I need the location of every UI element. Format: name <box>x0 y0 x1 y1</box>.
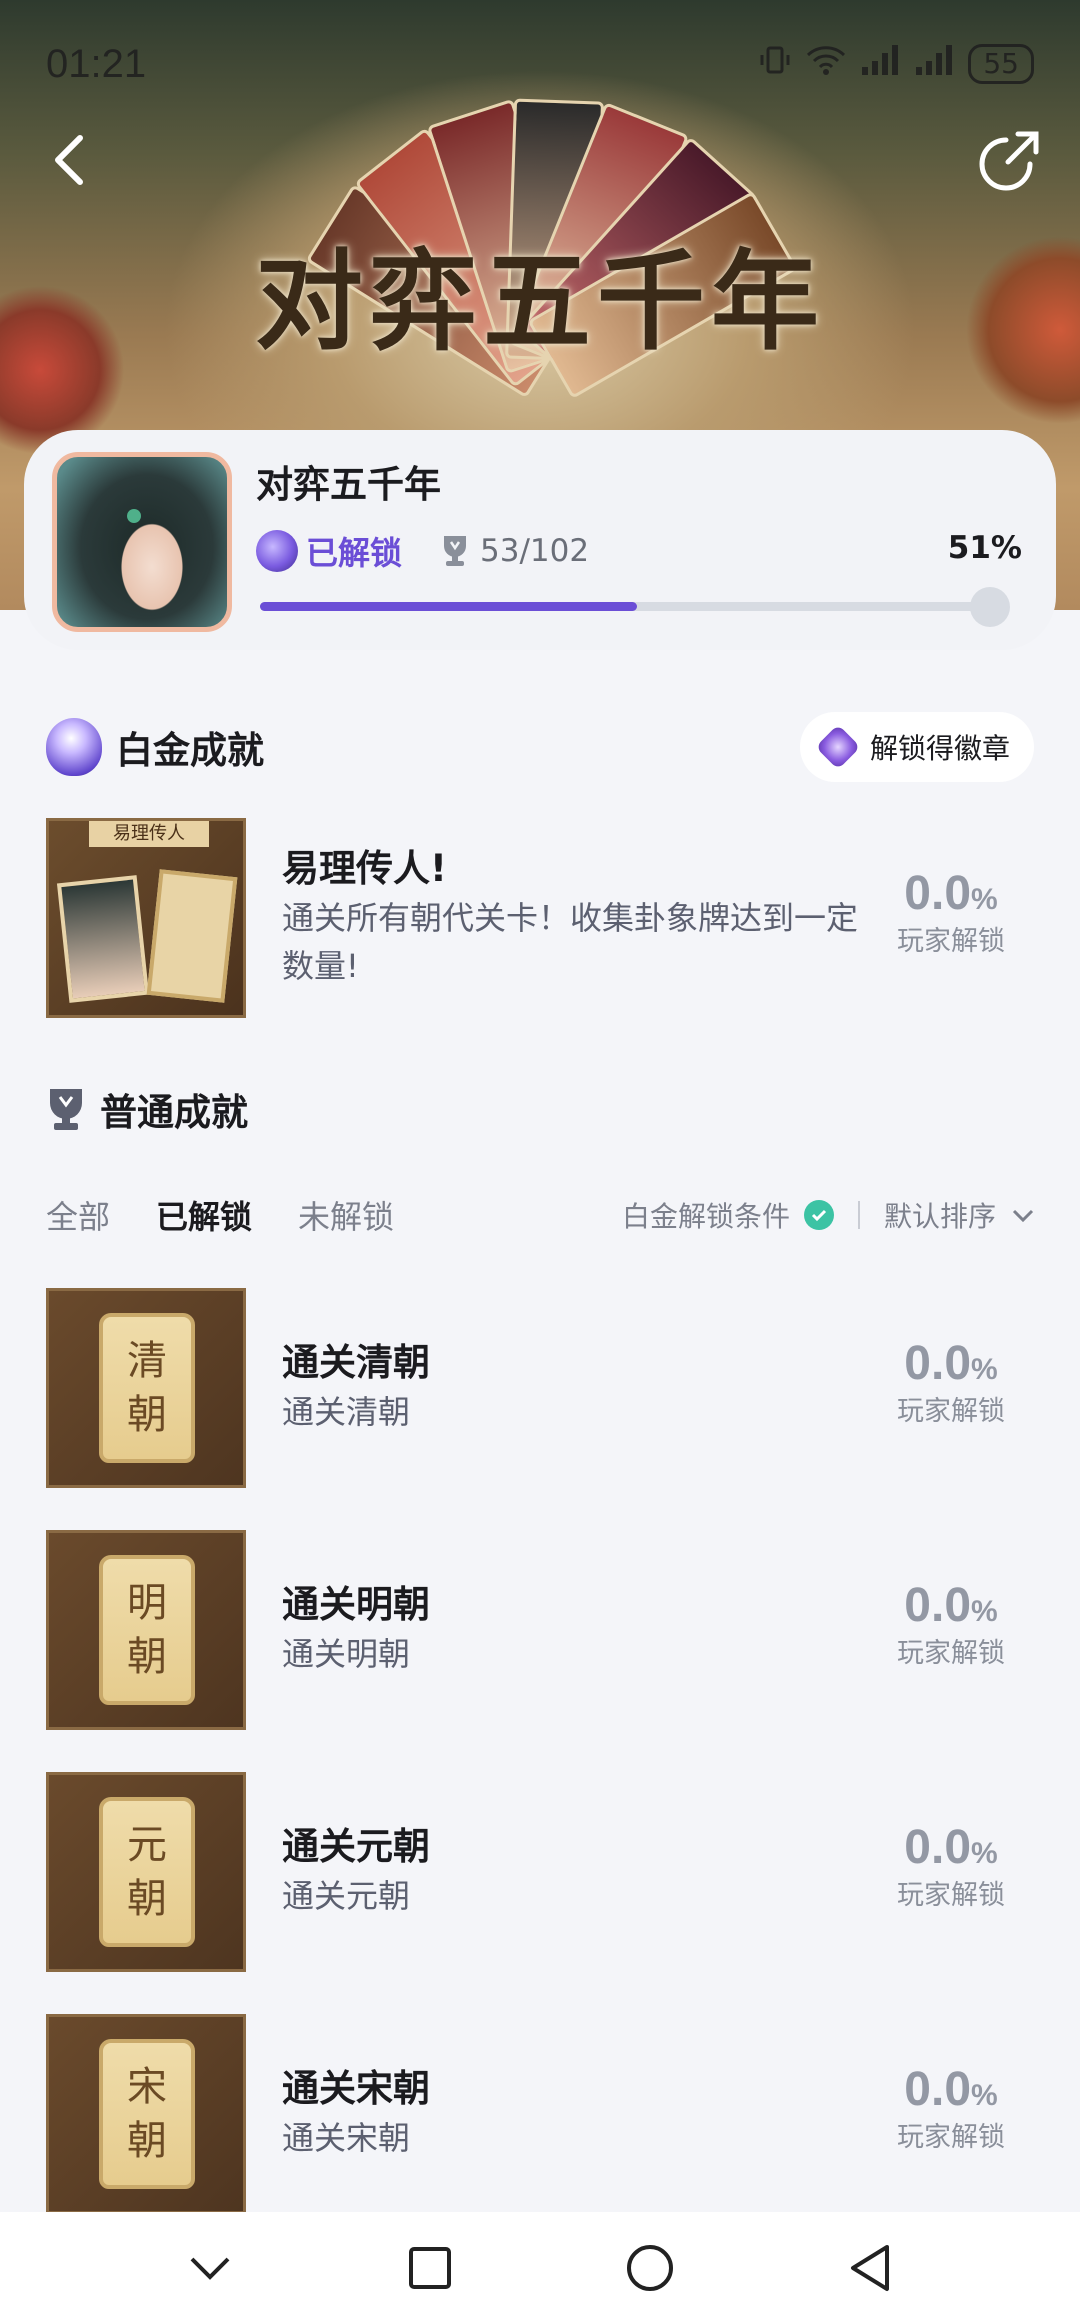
achievement-name: 通关明朝 <box>282 1583 430 1626</box>
achievement-image: 明朝 <box>46 1530 246 1730</box>
achievement-name: 通关清朝 <box>282 1341 430 1384</box>
vibrate-icon <box>758 43 792 85</box>
game-icon[interactable] <box>52 452 232 632</box>
tablet-icon: 清朝 <box>99 1313 195 1463</box>
achievement-desc: 通关明朝 <box>282 1635 411 1673</box>
common-section-header: 普通成就 <box>46 1082 248 1136</box>
platinum-section-title: 白金成就 <box>116 729 264 772</box>
rate-label: 玩家解锁 <box>897 926 1005 957</box>
nav-home-button[interactable] <box>610 2228 690 2308</box>
tab-all[interactable]: 全部 <box>46 1192 110 1238</box>
trophy-icon <box>50 1089 82 1130</box>
tablet-icon: 明朝 <box>99 1555 195 1705</box>
tablet-icon: 宋朝 <box>99 2039 195 2189</box>
progress-fill <box>260 602 638 611</box>
common-section-title: 普通成就 <box>100 1091 248 1134</box>
share-icon <box>979 131 1039 191</box>
divider <box>857 1201 860 1229</box>
achievement-name: 通关宋朝 <box>282 2067 430 2110</box>
achievement-image: 清朝 <box>46 1288 246 1488</box>
unlock-rate: 0.0% 玩家解锁 <box>897 1579 1005 1669</box>
square-icon <box>409 2247 451 2289</box>
status-icons: 55 <box>758 43 1034 85</box>
rate-value: 0.0 <box>904 867 972 920</box>
chevron-down-icon[interactable] <box>1010 1202 1036 1228</box>
sort-dropdown[interactable]: 默认排序 <box>884 1195 996 1235</box>
platinum-trophy-icon <box>46 718 102 776</box>
tablet-icon: 元朝 <box>99 1797 195 1947</box>
completion-percent: 51% <box>947 530 1022 566</box>
signal-icon-2 <box>914 43 954 85</box>
battery-indicator: 55 <box>968 44 1034 84</box>
achievement-row[interactable]: 宋朝 通关宋朝 通关宋朝 0.0% 玩家解锁 <box>46 2014 1036 2214</box>
achievement-row[interactable]: 元朝 通关元朝 通关元朝 0.0% 玩家解锁 <box>46 1772 1036 1972</box>
platinum-achievement-image: 易理传人 <box>46 818 246 1018</box>
circle-icon <box>627 2245 673 2291</box>
badge-icon <box>815 724 861 770</box>
game-title: 对弈五千年 <box>256 463 441 506</box>
achievement-row[interactable]: 明朝 通关明朝 通关明朝 0.0% 玩家解锁 <box>46 1530 1036 1730</box>
wifi-icon <box>806 43 846 85</box>
platinum-section-header: 白金成就 <box>46 718 264 776</box>
status-time: 01:21 <box>46 41 147 86</box>
triangle-back-icon <box>851 2245 889 2291</box>
achievement-desc: 通关清朝 <box>282 1393 411 1431</box>
platinum-achievement[interactable]: 易理传人 易理传人! 通关所有朝代关卡！收集卦象牌达到一定数量! 0.0% 玩家… <box>46 818 1036 1018</box>
thumb-banner: 易理传人 <box>89 821 209 847</box>
unlocked-status: 已解锁 <box>256 528 402 574</box>
game-summary-card: 对弈五千年 已解锁 53/102 51% <box>24 430 1056 650</box>
platinum-condition-filter[interactable]: 白金解锁条件 <box>622 1195 790 1235</box>
back-button[interactable] <box>30 120 110 200</box>
unlock-rate: 0.0% 玩家解锁 <box>897 1821 1005 1911</box>
trophy-count-value: 53/102 <box>480 533 590 569</box>
unlock-rate: 0.0% 玩家解锁 <box>886 866 1016 958</box>
check-icon[interactable] <box>803 1200 834 1230</box>
badge-pill-label: 解锁得徽章 <box>869 732 1010 765</box>
achievement-row[interactable]: 清朝 通关清朝 通关清朝 0.0% 玩家解锁 <box>46 1288 1036 1488</box>
trophy-icon <box>444 536 467 566</box>
tab-locked[interactable]: 未解锁 <box>298 1192 394 1238</box>
filter-bar: 全部 已解锁 未解锁 白金解锁条件 默认排序 <box>46 1190 1036 1240</box>
status-bar: 01:21 55 <box>46 36 1034 92</box>
achievement-image: 宋朝 <box>46 2014 246 2214</box>
chevron-down-icon <box>190 2257 230 2280</box>
unlock-rate: 0.0% 玩家解锁 <box>897 2063 1005 2153</box>
system-navigation-bar <box>0 2212 1080 2324</box>
nav-hide-button[interactable] <box>170 2228 250 2308</box>
trophy-count: 53/102 <box>440 533 589 569</box>
platinum-badge-icon <box>256 530 298 572</box>
share-button[interactable] <box>970 120 1050 200</box>
completion-progress-bar <box>260 587 1010 627</box>
achievement-image: 元朝 <box>46 1772 246 1972</box>
achievement-desc: 通关元朝 <box>282 1877 411 1915</box>
game-meta: 已解锁 53/102 <box>256 528 589 574</box>
unlocked-label: 已解锁 <box>306 534 403 572</box>
progress-end-icon <box>970 587 1010 627</box>
filter-options: 白金解锁条件 默认排序 <box>622 1190 1036 1240</box>
unlock-badge-button[interactable]: 解锁得徽章 <box>799 712 1034 782</box>
achievement-desc: 通关所有朝代关卡！收集卦象牌达到一定数量! <box>282 899 859 985</box>
back-icon <box>55 135 83 185</box>
achievement-desc: 通关宋朝 <box>282 2119 411 2157</box>
hero-title: 对弈五千年 <box>254 239 825 365</box>
unlock-rate: 0.0% 玩家解锁 <box>897 1337 1005 1427</box>
tab-unlocked[interactable]: 已解锁 <box>156 1192 252 1238</box>
nav-back-button[interactable] <box>830 2228 910 2308</box>
signal-icon <box>860 43 900 85</box>
achievement-name: 通关元朝 <box>282 1825 430 1868</box>
rate-unit: % <box>971 883 998 916</box>
nav-recents-button[interactable] <box>390 2228 470 2308</box>
achievement-name: 易理传人! <box>282 847 447 890</box>
